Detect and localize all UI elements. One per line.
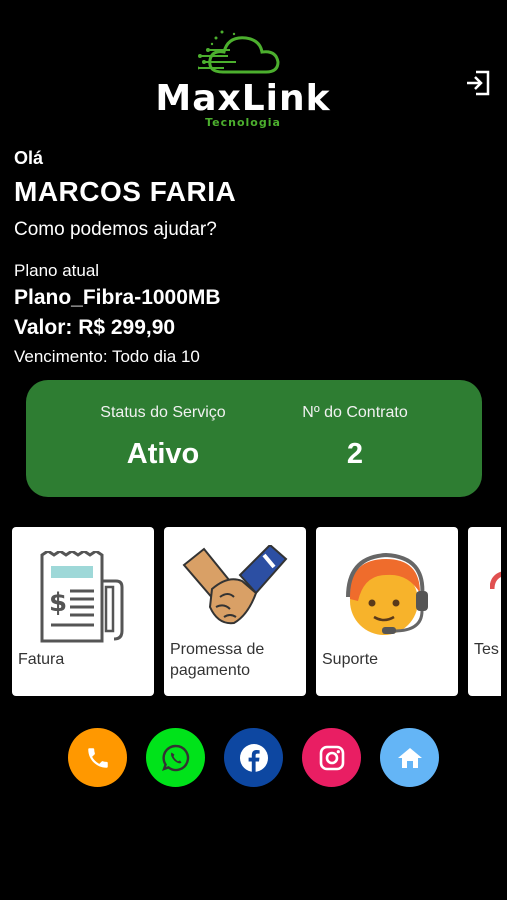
speedtest-icon [490,571,501,590]
logout-button[interactable] [464,70,492,96]
phone-icon [87,747,108,768]
plan-due-date: Vencimento: Todo dia 10 [14,347,200,366]
whatsapp-icon [161,744,189,771]
user-name: MARCOS FARIA [14,176,237,207]
instagram-button[interactable] [302,728,361,787]
service-status-label: Status do Serviço [100,404,226,421]
cloud-circuit-icon [198,30,280,74]
facebook-icon [239,743,268,772]
home-button[interactable] [380,728,439,787]
support-agent-icon [346,552,428,635]
brand-name: MaxLink [155,78,331,119]
svg-text:$: $ [49,588,67,618]
contract-number: Nº do Contrato 2 [255,404,455,471]
whatsapp-button[interactable] [146,728,205,787]
payment-promise-card[interactable]: Promessa de pagamento [164,527,306,696]
contract-number-label: Nº do Contrato [302,404,408,421]
brand-tagline: Tecnologia [205,116,281,129]
phone-button[interactable] [68,728,127,787]
help-prompt: Como podemos ajudar? [14,219,217,240]
facebook-button[interactable] [224,728,283,787]
instagram-icon [319,745,344,770]
plan-value: Valor: R$ 299,90 [14,316,176,339]
app-header: MaxLink Tecnologia [0,0,507,140]
invoice-card-label: Fatura [18,651,65,668]
plan-label: Plano atual [14,261,100,280]
quick-actions-row[interactable]: $ Fatura Promessa de pagamento Suporte T… [12,527,501,697]
speedtest-card[interactable]: Tes velo [468,527,501,696]
plan-name: Plano_Fibra-1000MB [14,286,221,309]
greeting-text: Olá [14,148,44,168]
home-icon [397,747,422,768]
support-card-label: Suporte [322,651,379,668]
handshake-icon [182,545,288,625]
service-status-card: Status do Serviço Ativo Nº do Contrato 2 [26,380,482,497]
invoice-card[interactable]: $ Fatura [12,527,154,696]
brand-logo: MaxLink Tecnologia [148,28,338,132]
speedtest-card-label: Tes velo [474,641,501,658]
logout-icon [467,70,490,96]
contract-number-value: 2 [346,438,364,470]
service-status: Status do Serviço Ativo [63,404,263,471]
invoice-icon: $ [40,551,124,643]
support-card[interactable]: Suporte [316,527,458,696]
service-status-value: Ativo [126,438,200,470]
payment-promise-card-label: Promessa de pagamento [170,641,265,679]
